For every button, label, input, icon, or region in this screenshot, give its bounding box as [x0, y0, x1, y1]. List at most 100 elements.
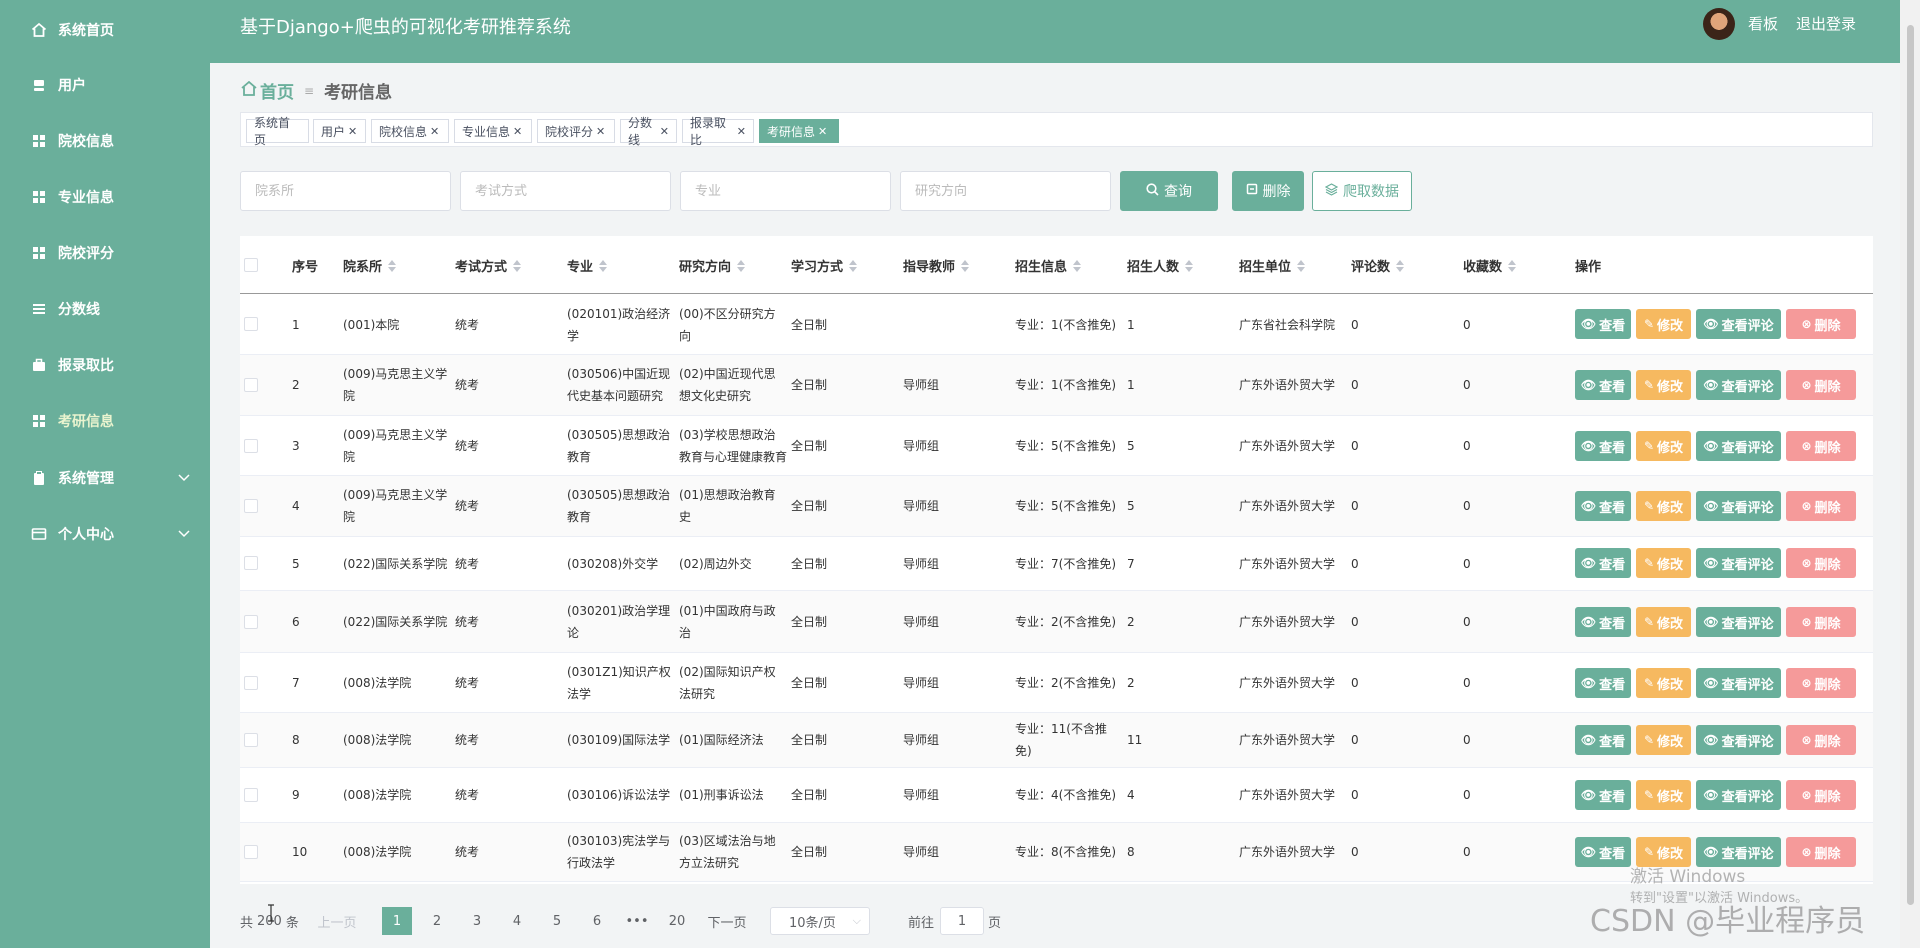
- next-page-button[interactable]: 下一页: [702, 907, 752, 935]
- delete-button[interactable]: ⊗ 删除: [1786, 607, 1856, 637]
- row-checkbox[interactable]: [244, 788, 258, 802]
- sidebar-item-4[interactable]: 专业信息: [0, 169, 210, 225]
- view-button[interactable]: 👁 查看: [1575, 431, 1631, 461]
- row-checkbox[interactable]: [244, 845, 258, 859]
- column-header-6[interactable]: 学习方式: [791, 256, 858, 275]
- breadcrumb-home[interactable]: 首页: [260, 78, 294, 103]
- sidebar-item-5[interactable]: 院校评分: [0, 225, 210, 281]
- sidebar-item-6[interactable]: 分数线: [0, 281, 210, 337]
- view-button[interactable]: 👁 查看: [1575, 309, 1631, 339]
- sort-icon[interactable]: [388, 259, 397, 272]
- column-header-10[interactable]: 招生单位: [1239, 256, 1306, 275]
- goto-page-input[interactable]: [940, 907, 984, 935]
- edit-button[interactable]: ✎ 修改: [1636, 668, 1691, 698]
- tag-5[interactable]: 院校评分 ✕: [537, 119, 615, 143]
- delete-button[interactable]: ⊗ 删除: [1786, 725, 1856, 755]
- view-button[interactable]: 👁 查看: [1575, 725, 1631, 755]
- comments-button[interactable]: 👁 查看评论: [1696, 309, 1781, 339]
- sidebar-item-10[interactable]: 个人中心: [0, 506, 210, 562]
- row-checkbox[interactable]: [244, 676, 258, 690]
- sidebar-item-2[interactable]: 用户: [0, 57, 210, 113]
- column-header-4[interactable]: 专业: [567, 256, 608, 275]
- comments-button[interactable]: 👁 查看评论: [1696, 780, 1781, 810]
- edit-button[interactable]: ✎ 修改: [1636, 780, 1691, 810]
- edit-button[interactable]: ✎ 修改: [1636, 491, 1691, 521]
- view-button[interactable]: 👁 查看: [1575, 491, 1631, 521]
- row-checkbox[interactable]: [244, 317, 258, 331]
- sort-icon[interactable]: [1185, 259, 1194, 272]
- column-header-3[interactable]: 考试方式: [455, 256, 522, 275]
- major-search-input[interactable]: [680, 171, 891, 211]
- close-icon[interactable]: ✕: [596, 125, 605, 138]
- row-checkbox[interactable]: [244, 733, 258, 747]
- sort-icon[interactable]: [1508, 259, 1517, 272]
- more-pages-icon[interactable]: •••: [622, 907, 652, 935]
- view-button[interactable]: 👁 查看: [1575, 607, 1631, 637]
- dashboard-link[interactable]: 看板: [1748, 13, 1778, 34]
- avatar[interactable]: [1703, 8, 1735, 40]
- sort-icon[interactable]: [737, 259, 746, 272]
- delete-button[interactable]: ⊗ 删除: [1786, 668, 1856, 698]
- close-icon[interactable]: ✕: [660, 125, 669, 138]
- column-header-5[interactable]: 研究方向: [679, 256, 746, 275]
- close-icon[interactable]: ✕: [513, 125, 522, 138]
- column-header-11[interactable]: 评论数: [1351, 256, 1405, 275]
- tag-4[interactable]: 专业信息 ✕: [454, 119, 532, 143]
- comments-button[interactable]: 👁 查看评论: [1696, 548, 1781, 578]
- edit-button[interactable]: ✎ 修改: [1636, 309, 1691, 339]
- page-number[interactable]: 2: [422, 907, 452, 935]
- crawl-data-button[interactable]: 爬取数据: [1312, 171, 1412, 211]
- edit-button[interactable]: ✎ 修改: [1636, 548, 1691, 578]
- delete-button[interactable]: ⊗ 删除: [1786, 309, 1856, 339]
- page-size-select[interactable]: 10条/页 ⌵: [770, 907, 870, 935]
- edit-button[interactable]: ✎ 修改: [1636, 431, 1691, 461]
- tag-2[interactable]: 用户 ✕: [313, 119, 366, 143]
- view-button[interactable]: 👁 查看: [1575, 837, 1631, 867]
- comments-button[interactable]: 👁 查看评论: [1696, 668, 1781, 698]
- delete-button[interactable]: ⊗ 删除: [1786, 780, 1856, 810]
- row-checkbox[interactable]: [244, 378, 258, 392]
- sort-icon[interactable]: [1297, 259, 1306, 272]
- edit-button[interactable]: ✎ 修改: [1636, 607, 1691, 637]
- edit-button[interactable]: ✎ 修改: [1636, 370, 1691, 400]
- column-header-7[interactable]: 指导教师: [903, 256, 970, 275]
- row-checkbox[interactable]: [244, 499, 258, 513]
- page-number[interactable]: 3: [462, 907, 492, 935]
- direction-search-input[interactable]: [900, 171, 1111, 211]
- comments-button[interactable]: 👁 查看评论: [1696, 431, 1781, 461]
- sort-icon[interactable]: [961, 259, 970, 272]
- sidebar-item-9[interactable]: 系统管理: [0, 450, 210, 506]
- scrollbar-thumb[interactable]: [1907, 25, 1914, 905]
- column-header-9[interactable]: 招生人数: [1127, 256, 1194, 275]
- row-checkbox[interactable]: [244, 615, 258, 629]
- close-icon[interactable]: ✕: [737, 125, 746, 138]
- delete-button[interactable]: ⊗ 删除: [1786, 548, 1856, 578]
- comments-button[interactable]: 👁 查看评论: [1696, 370, 1781, 400]
- delete-button[interactable]: ⊗ 删除: [1786, 370, 1856, 400]
- tag-8[interactable]: 考研信息 ✕: [759, 119, 839, 143]
- view-button[interactable]: 👁 查看: [1575, 548, 1631, 578]
- exam-method-search-input[interactable]: [460, 171, 671, 211]
- column-header-12[interactable]: 收藏数: [1463, 256, 1517, 275]
- edit-button[interactable]: ✎ 修改: [1636, 725, 1691, 755]
- tag-3[interactable]: 院校信息 ✕: [371, 119, 449, 143]
- logout-link[interactable]: 退出登录: [1796, 13, 1856, 34]
- row-checkbox[interactable]: [244, 556, 258, 570]
- query-button[interactable]: 查询: [1120, 171, 1218, 211]
- close-icon[interactable]: ✕: [818, 125, 827, 138]
- prev-page-button[interactable]: 上一页: [312, 907, 362, 935]
- sort-icon[interactable]: [599, 259, 608, 272]
- sort-icon[interactable]: [849, 259, 858, 272]
- sort-icon[interactable]: [513, 259, 522, 272]
- sort-icon[interactable]: [1396, 259, 1405, 272]
- sidebar-item-3[interactable]: 院校信息: [0, 113, 210, 169]
- dept-search-input[interactable]: [240, 171, 451, 211]
- sidebar-item-7[interactable]: 报录取比: [0, 337, 210, 393]
- page-number[interactable]: 5: [542, 907, 572, 935]
- page-number[interactable]: 1: [382, 907, 412, 935]
- tag-1[interactable]: 系统首页: [246, 116, 309, 147]
- view-button[interactable]: 👁 查看: [1575, 668, 1631, 698]
- comments-button[interactable]: 👁 查看评论: [1696, 725, 1781, 755]
- sidebar-item-1[interactable]: 系统首页: [0, 2, 210, 58]
- page-number[interactable]: 6: [582, 907, 612, 935]
